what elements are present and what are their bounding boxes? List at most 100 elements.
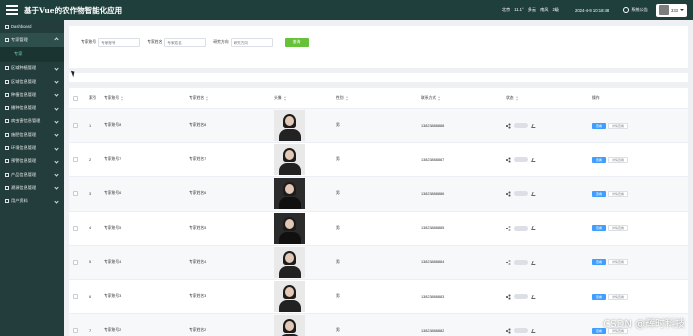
system-notice-button[interactable]: 系统公告 [623, 7, 648, 13]
field-label: 专家姓名 [147, 40, 163, 44]
grid-icon [5, 66, 9, 71]
expert-gender: 男 [336, 259, 340, 264]
view-button[interactable]: 查看 [592, 259, 606, 266]
view-button[interactable]: 查看 [592, 156, 606, 163]
expert-table: 索引 专家账号 专家姓名 头像 性别 联系方式 状态 操作 1 专家账号8 专家姓名… [69, 88, 688, 336]
column-header-phone[interactable]: 联系方式 [421, 88, 441, 108]
search-button[interactable]: 查询 [284, 38, 309, 47]
view-button[interactable]: 查看 [592, 225, 606, 232]
expert-gender: 男 [336, 123, 340, 128]
expert-photo[interactable] [274, 110, 305, 142]
view-button[interactable]: 查看 [592, 293, 606, 300]
expert-photo[interactable] [274, 246, 305, 278]
share-icon[interactable] [506, 295, 510, 299]
expert-photo[interactable] [274, 178, 305, 210]
user-menu[interactable]: 333 [656, 3, 687, 17]
expert-photo[interactable] [274, 212, 305, 244]
sidebar-item-dashboard[interactable]: Dashboard [0, 20, 64, 33]
row-index: 5 [89, 260, 92, 265]
chevron-up-icon [54, 37, 59, 43]
status-toggle[interactable] [514, 191, 528, 197]
status-toggle[interactable] [514, 225, 528, 231]
status-toggle[interactable] [514, 123, 528, 129]
expert-photo[interactable] [274, 144, 305, 176]
row-checkbox[interactable] [73, 191, 78, 197]
grid-icon [5, 159, 9, 164]
row-checkbox[interactable] [73, 294, 78, 300]
edit-icon[interactable] [531, 226, 537, 230]
row-index: 7 [89, 328, 92, 333]
sidebar-item-user-profile[interactable]: 用户资料 [0, 195, 64, 208]
sidebar-item-region-planting[interactable]: 区域种植管理 [0, 62, 64, 75]
row-checkbox[interactable] [73, 123, 78, 129]
row-checkbox[interactable] [73, 259, 78, 265]
column-header-avatar[interactable]: 头像 [274, 88, 287, 108]
view-button[interactable]: 查看 [592, 190, 606, 197]
edit-icon[interactable] [531, 328, 537, 333]
share-icon[interactable] [506, 158, 510, 162]
grid-icon [5, 132, 9, 137]
sidebar-item-product-info[interactable]: 产品信息管理 [0, 168, 64, 181]
status-toggle[interactable] [514, 294, 528, 300]
status-toggle[interactable] [514, 157, 528, 163]
share-icon[interactable] [506, 226, 510, 230]
sidebar-item-expert-management[interactable]: 专家管理 [0, 33, 64, 47]
expert-phone: 13823888887 [421, 157, 445, 162]
expert-photo[interactable] [274, 281, 305, 313]
column-header-account[interactable]: 专家账号 [104, 88, 124, 108]
edit-icon[interactable] [531, 192, 537, 196]
expert-name: 专家姓名3 [189, 294, 207, 299]
sidebar-item-label: 种植信息管理 [11, 91, 37, 97]
expert-name: 专家姓名5 [189, 225, 207, 230]
row-checkbox[interactable] [73, 157, 78, 163]
research-direction-input[interactable] [230, 38, 273, 47]
row-checkbox[interactable] [73, 225, 78, 231]
edit-icon[interactable] [531, 123, 537, 128]
sidebar-item-environment-info[interactable]: 环境信息管理 [0, 141, 64, 154]
select-all-checkbox[interactable] [73, 95, 78, 101]
share-icon[interactable] [506, 124, 510, 128]
weather-temp: 11.1° [514, 7, 524, 12]
row-checkbox[interactable] [73, 328, 78, 334]
status-toggle[interactable] [514, 259, 528, 265]
sidebar-subitem-expert[interactable]: 专家 [0, 46, 64, 62]
detail-button[interactable]: 详情查看 [608, 225, 628, 232]
chevron-down-icon [54, 145, 59, 151]
sidebar: Dashboard 专家管理 专家 区域种植管理 区域信息管理 种植信息管理 播… [0, 20, 64, 336]
sidebar-item-label: 播种信息管理 [11, 105, 37, 111]
sidebar-item-region-info[interactable]: 区域信息管理 [0, 75, 64, 88]
edit-icon[interactable] [531, 158, 537, 162]
share-icon[interactable] [506, 329, 510, 333]
share-icon[interactable] [506, 260, 510, 264]
detail-button[interactable]: 详情查看 [608, 259, 628, 266]
column-header-status[interactable]: 状态 [506, 88, 519, 108]
edit-icon[interactable] [531, 294, 537, 299]
detail-button[interactable]: 详情查看 [608, 293, 628, 300]
sidebar-item-fertilizer-info[interactable]: 施肥信息管理 [0, 128, 64, 141]
view-button[interactable]: 查看 [592, 122, 606, 129]
status-toggle[interactable] [514, 328, 528, 334]
hamburger-menu-icon[interactable] [6, 5, 18, 15]
expert-account: 专家账号7 [104, 157, 122, 162]
sidebar-item-pest-info[interactable]: 病虫害信息管理 [0, 115, 64, 128]
column-header-index: 索引 [89, 95, 97, 100]
table-row: 5 专家账号4 专家姓名4 男 13823888884 查看 详情查看 [69, 245, 688, 280]
sidebar-item-sowing-info[interactable]: 播种信息管理 [0, 101, 64, 114]
detail-button[interactable]: 详情查看 [608, 190, 628, 197]
expert-account-input[interactable] [98, 38, 141, 47]
sidebar-item-warning-info[interactable]: 预警信息管理 [0, 155, 64, 168]
avatar [659, 5, 669, 15]
detail-button[interactable]: 详情查看 [608, 156, 628, 163]
detail-button[interactable]: 详情查看 [608, 122, 628, 129]
share-icon[interactable] [506, 192, 510, 196]
weather-level: 2级 [552, 7, 559, 12]
sidebar-item-label: 预警信息管理 [11, 158, 37, 164]
sidebar-item-trace-info[interactable]: 溯源信息管理 [0, 181, 64, 194]
sidebar-item-planting-info[interactable]: 种植信息管理 [0, 88, 64, 101]
chevron-down-icon [54, 199, 59, 204]
column-header-name[interactable]: 专家姓名 [189, 88, 209, 108]
column-header-gender[interactable]: 性别 [336, 88, 349, 108]
expert-name-input[interactable] [164, 38, 207, 47]
edit-icon[interactable] [531, 260, 537, 265]
expert-photo[interactable] [274, 315, 305, 336]
